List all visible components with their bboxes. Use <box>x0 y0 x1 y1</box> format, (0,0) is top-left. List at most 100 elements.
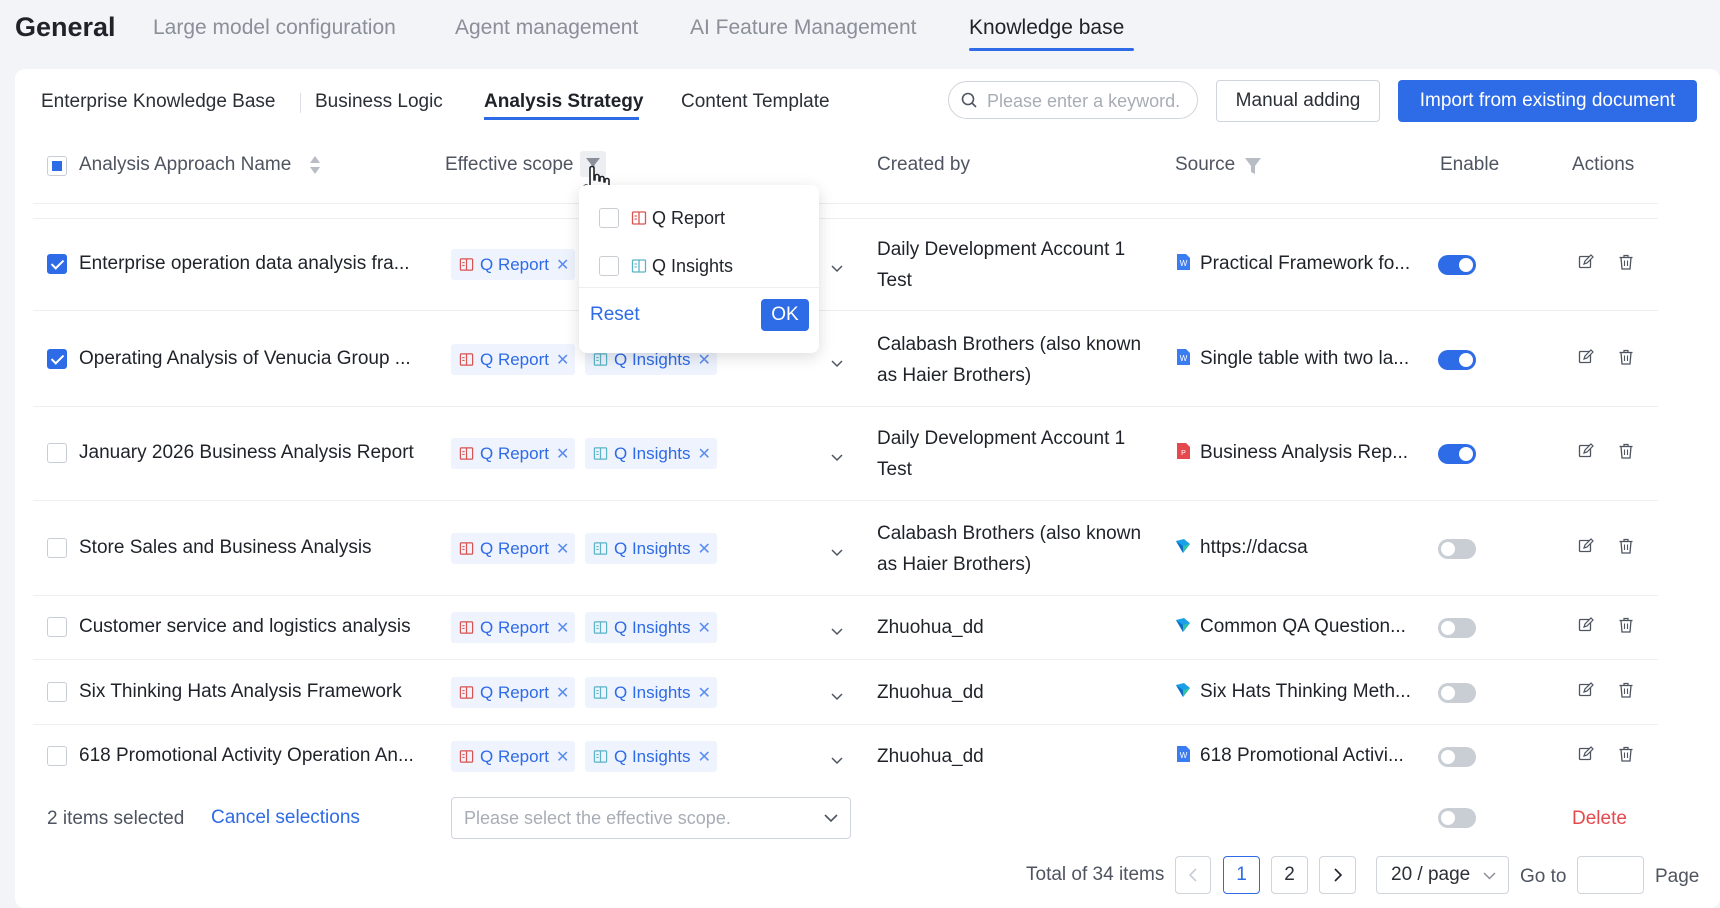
edit-icon[interactable] <box>1578 682 1594 698</box>
row-checkbox[interactable] <box>47 254 67 274</box>
chevron-down-icon[interactable] <box>831 355 843 368</box>
remove-tag-icon[interactable]: ✕ <box>556 255 569 275</box>
select-all-checkbox[interactable] <box>47 156 67 176</box>
row-created-by: Zhuohua_dd <box>877 682 984 703</box>
svg-text:W: W <box>1180 751 1188 760</box>
chevron-right-icon <box>1333 868 1342 882</box>
row-checkbox[interactable] <box>47 746 67 766</box>
filter-option-q-insights[interactable]: Q Insights <box>599 254 733 278</box>
remove-tag-icon[interactable]: ✕ <box>556 683 569 703</box>
subtab-enterprise-knowledge-base[interactable]: Enterprise Knowledge Base <box>41 91 275 113</box>
chevron-down-icon[interactable] <box>831 752 843 765</box>
enable-toggle[interactable] <box>1438 539 1476 559</box>
remove-tag-icon[interactable]: ✕ <box>698 444 711 464</box>
enable-toggle[interactable] <box>1438 618 1476 638</box>
report-icon <box>459 621 474 634</box>
report-icon <box>459 353 474 366</box>
tab-large-model-configuration[interactable]: Large model configuration <box>153 16 396 40</box>
filter-reset-button[interactable]: Reset <box>590 304 640 326</box>
page-2-button[interactable]: 2 <box>1271 856 1308 894</box>
row-created-by: Zhuohua_dd <box>877 617 984 638</box>
link-icon <box>1175 537 1191 555</box>
row-created-by: Calabash Brothers (also known as Haier B… <box>877 334 1142 386</box>
chevron-down-icon[interactable] <box>831 688 843 701</box>
remove-tag-icon[interactable]: ✕ <box>698 683 711 703</box>
batch-enable-toggle[interactable] <box>1438 808 1476 828</box>
manual-adding-button[interactable]: Manual adding <box>1216 80 1380 122</box>
batch-delete-button[interactable]: Delete <box>1572 808 1627 830</box>
remove-tag-icon[interactable]: ✕ <box>556 539 569 559</box>
delete-icon[interactable] <box>1618 682 1634 698</box>
delete-icon[interactable] <box>1618 617 1634 633</box>
tab-knowledge-base[interactable]: Knowledge base <box>969 16 1124 40</box>
row-divider <box>33 500 1658 501</box>
column-header-enable: Enable <box>1440 154 1500 175</box>
tab-ai-feature-management[interactable]: AI Feature Management <box>690 16 916 40</box>
row-source-link[interactable]: 618 Promotional Activi... <box>1200 745 1404 767</box>
row-source-link[interactable]: https://dacsa <box>1200 537 1308 559</box>
enable-toggle[interactable] <box>1438 683 1476 703</box>
delete-icon[interactable] <box>1618 443 1634 459</box>
column-header-actions: Actions <box>1572 154 1635 175</box>
import-document-button[interactable]: Import from existing document <box>1398 80 1697 122</box>
edit-icon[interactable] <box>1578 617 1594 633</box>
enable-toggle[interactable] <box>1438 350 1476 370</box>
enable-toggle[interactable] <box>1438 444 1476 464</box>
goto-page-input[interactable] <box>1577 856 1644 894</box>
filter-option-checkbox[interactable] <box>599 208 619 228</box>
batch-scope-select[interactable]: Please select the effective scope. <box>451 797 851 839</box>
edit-icon[interactable] <box>1578 254 1594 270</box>
enable-toggle[interactable] <box>1438 255 1476 275</box>
tab-agent-management[interactable]: Agent management <box>455 16 638 40</box>
delete-icon[interactable] <box>1618 254 1634 270</box>
report-icon <box>459 686 474 699</box>
cancel-selections-link[interactable]: Cancel selections <box>211 807 360 829</box>
remove-tag-icon[interactable]: ✕ <box>556 350 569 370</box>
row-source-link[interactable]: Business Analysis Rep... <box>1200 442 1408 464</box>
remove-tag-icon[interactable]: ✕ <box>556 618 569 638</box>
next-page-button[interactable] <box>1319 856 1356 894</box>
page-size-select[interactable]: 20 / page <box>1376 856 1509 894</box>
remove-tag-icon[interactable]: ✕ <box>698 618 711 638</box>
edit-icon[interactable] <box>1578 746 1594 762</box>
page-1-button[interactable]: 1 <box>1223 856 1260 894</box>
row-source-link[interactable]: Practical Framework fo... <box>1200 253 1410 275</box>
remove-tag-icon[interactable]: ✕ <box>556 444 569 464</box>
scope-tag-label: Q Report <box>480 617 549 637</box>
remove-tag-icon[interactable]: ✕ <box>698 539 711 559</box>
remove-tag-icon[interactable]: ✕ <box>698 747 711 767</box>
sort-icon[interactable] <box>309 154 321 176</box>
edit-icon[interactable] <box>1578 349 1594 365</box>
edit-icon[interactable] <box>1578 538 1594 554</box>
column-header-scope: Effective scope <box>445 154 574 175</box>
subtab-analysis-strategy[interactable]: Analysis Strategy <box>484 91 643 113</box>
prev-page-button[interactable] <box>1175 856 1211 894</box>
chevron-down-icon[interactable] <box>831 544 843 557</box>
subtab-business-logic[interactable]: Business Logic <box>315 91 443 113</box>
delete-icon[interactable] <box>1618 746 1634 762</box>
chevron-down-icon[interactable] <box>831 449 843 462</box>
search-box[interactable] <box>948 81 1198 119</box>
row-checkbox[interactable] <box>47 443 67 463</box>
chevron-down-icon[interactable] <box>831 260 843 273</box>
delete-icon[interactable] <box>1618 538 1634 554</box>
edit-icon[interactable] <box>1578 443 1594 459</box>
delete-icon[interactable] <box>1618 349 1634 365</box>
row-checkbox[interactable] <box>47 349 67 369</box>
filter-option-q-report[interactable]: Q Report <box>599 206 725 230</box>
row-source-link[interactable]: Common QA Question... <box>1200 616 1406 638</box>
row-source-link[interactable]: Six Hats Thinking Meth... <box>1200 681 1411 703</box>
row-source-link[interactable]: Single table with two la... <box>1200 348 1409 370</box>
enable-toggle[interactable] <box>1438 747 1476 767</box>
subtab-content-template[interactable]: Content Template <box>681 91 830 113</box>
filter-option-checkbox[interactable] <box>599 256 619 276</box>
svg-text:W: W <box>1180 354 1188 363</box>
row-checkbox[interactable] <box>47 617 67 637</box>
chevron-down-icon[interactable] <box>831 623 843 636</box>
filter-ok-button[interactable]: OK <box>761 299 809 331</box>
row-checkbox[interactable] <box>47 682 67 702</box>
row-checkbox[interactable] <box>47 538 67 558</box>
search-input[interactable] <box>985 88 1194 114</box>
source-filter-icon[interactable] <box>1244 156 1262 176</box>
remove-tag-icon[interactable]: ✕ <box>556 747 569 767</box>
